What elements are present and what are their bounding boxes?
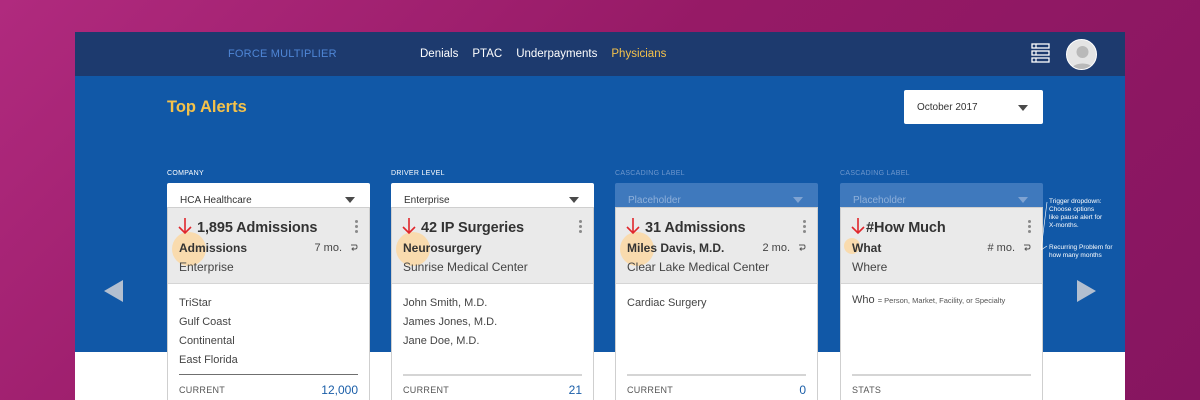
annotation-line: Choose options [1049,206,1095,213]
alert-breakdown-list: John Smith, M.D. James Jones, M.D. Jane … [403,294,497,351]
alert-breakdown-list: TriStar Gulf Coast Continental East Flor… [179,294,238,370]
nav-denials[interactable]: Denials [420,48,458,60]
nav-ptac[interactable]: PTAC [472,48,502,60]
footer-value: 21 [568,383,582,397]
list-item[interactable]: East Florida [179,351,238,370]
filter-label-cascading-1: CASCADING LABEL [615,170,685,177]
list-menu-icon[interactable] [1031,43,1050,63]
main-nav: Denials PTAC Underpayments Physicians [420,48,666,60]
alert-metric: 31 Admissions [645,220,746,236]
alert-location: Clear Lake Medical Center [627,260,770,274]
month-value: October 2017 [917,102,978,113]
alert-metric: 42 IP Surgeries [421,220,525,236]
next-page-button[interactable] [1077,280,1096,302]
annotation-line: X-months. [1049,222,1079,229]
alert-card-header: 42 IP Surgeries Neurosurgery Sunrise Med… [392,208,593,284]
alert-card-template[interactable]: #How Much What # mo. Where Who = Person,… [840,207,1043,400]
alert-metric: #How Much [866,220,946,236]
annotation-recurring: Recurring Problem for how many months [1049,244,1113,260]
alert-location: Sunrise Medical Center [403,260,528,274]
who-hint: = Person, Market, Facility, or Specialty [877,296,1006,305]
annotation-trigger: Trigger dropdown: Choose options like pa… [1049,198,1102,230]
progress-rule [852,374,1031,376]
page-title: Top Alerts [167,98,247,116]
who-field: Who = Person, Market, Facility, or Speci… [852,294,1005,306]
list-item[interactable]: John Smith, M.D. [403,294,497,313]
chevron-down-icon [1018,105,1028,111]
brand-logo: FORCE MULTIPLIER [228,48,337,60]
month-select[interactable]: October 2017 [904,90,1043,124]
footer-label: CURRENT [627,385,674,395]
cascading-value-2: Placeholder [853,195,906,206]
alert-location: Where [852,260,888,274]
driver-level-value: Enterprise [404,195,450,206]
alert-card-header: #How Much What # mo. Where [841,208,1042,284]
alert-period: 7 mo. [314,242,342,254]
nav-underpayments[interactable]: Underpayments [516,48,597,60]
progress-rule [403,374,582,376]
alert-card-header: 1,895 Admissions Admissions 7 mo. Enterp… [168,208,369,284]
filter-label-company: COMPANY [167,170,204,177]
alert-card-header: 31 Admissions Miles Davis, M.D. 2 mo. Cl… [616,208,817,284]
kebab-menu-icon[interactable] [355,220,359,234]
alert-subject: Miles Davis, M.D. [627,241,725,255]
down-arrow-icon [402,218,416,235]
recurring-icon[interactable] [797,242,806,252]
alert-subject: What [852,241,882,255]
list-item[interactable]: James Jones, M.D. [403,313,497,332]
company-value: HCA Healthcare [180,195,252,206]
kebab-menu-icon[interactable] [579,220,583,234]
recurring-icon[interactable] [1022,242,1031,252]
filter-label-driver-level: DRIVER LEVEL [391,170,445,177]
filter-label-cascading-2: CASCADING LABEL [840,170,910,177]
alert-metric: 1,895 Admissions [197,220,318,236]
user-silhouette-icon [1071,46,1094,69]
annotation-line: how many months [1049,252,1102,259]
user-avatar[interactable] [1066,39,1097,70]
kebab-menu-icon[interactable] [803,220,807,234]
who-label: Who [852,294,875,306]
alert-card[interactable]: 42 IP Surgeries Neurosurgery Sunrise Med… [391,207,594,400]
footer-value: 0 [799,383,806,397]
alert-card[interactable]: 1,895 Admissions Admissions 7 mo. Enterp… [167,207,370,400]
annotation-line: Recurring Problem for [1049,244,1113,251]
footer-label: CURRENT [403,385,450,395]
footer-label: CURRENT [179,385,226,395]
alert-period: 2 mo. [762,242,790,254]
app-window: FORCE MULTIPLIER Denials PTAC Underpayme… [75,32,1125,400]
kebab-menu-icon[interactable] [1028,220,1032,234]
alert-card[interactable]: 31 Admissions Miles Davis, M.D. 2 mo. Cl… [615,207,818,400]
recurring-icon[interactable] [349,242,358,252]
down-arrow-icon [178,218,192,235]
list-item[interactable]: Jane Doe, M.D. [403,332,497,351]
cascading-value-1: Placeholder [628,195,681,206]
alert-location: Enterprise [179,260,234,274]
list-item[interactable]: Gulf Coast [179,313,238,332]
footer-value: 12,000 [321,383,358,397]
chevron-down-icon [569,197,579,203]
chevron-down-icon [345,197,355,203]
chevron-down-icon [1018,197,1028,203]
footer-label: STATS [852,385,882,395]
alert-subject: Admissions [179,241,248,255]
alert-period: # mo. [987,242,1015,254]
progress-rule [627,374,806,376]
list-item[interactable]: Continental [179,332,238,351]
top-navigation-bar: FORCE MULTIPLIER Denials PTAC Underpayme… [75,32,1125,76]
alert-breakdown-list: Cardiac Surgery [627,294,706,313]
list-item[interactable]: TriStar [179,294,238,313]
annotation-connector [1041,201,1048,251]
down-arrow-icon [626,218,640,235]
annotation-line: Trigger dropdown: [1049,198,1102,205]
previous-page-button[interactable] [104,280,123,302]
down-arrow-icon [851,218,865,235]
chevron-down-icon [793,197,803,203]
annotation-line: like pause alert for [1049,214,1103,221]
alert-subject: Neurosurgery [403,241,482,255]
list-item[interactable]: Cardiac Surgery [627,294,706,313]
nav-physicians[interactable]: Physicians [611,48,666,60]
progress-rule [179,374,358,375]
